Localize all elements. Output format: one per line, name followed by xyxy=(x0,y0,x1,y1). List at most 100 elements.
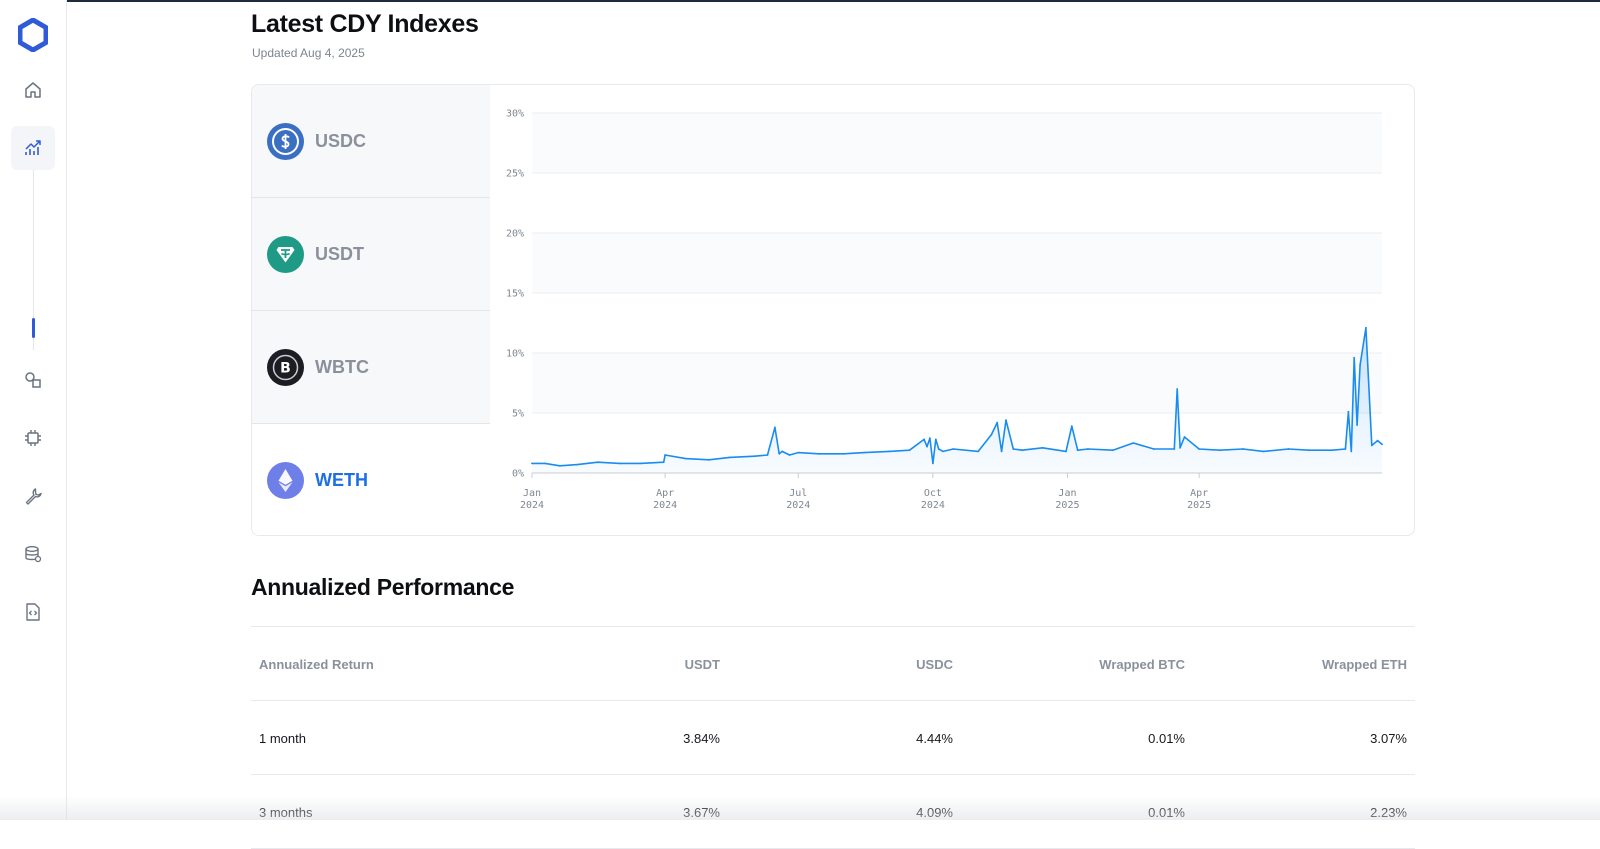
data-point xyxy=(1132,442,1135,444)
column-header: USDC xyxy=(916,656,953,672)
data-point xyxy=(908,449,911,452)
sidebar xyxy=(0,0,67,820)
data-point xyxy=(1376,439,1379,442)
data-point xyxy=(1347,410,1350,413)
asset-tab-usdt[interactable]: USDT xyxy=(252,198,490,311)
performance-table: Annualized Return USDT USDC Wrapped BTC … xyxy=(251,626,1415,849)
asset-tab-usdc[interactable]: USDC xyxy=(252,85,490,198)
data-point xyxy=(1076,449,1079,452)
table-cell: 3.07% xyxy=(1370,730,1407,746)
data-point xyxy=(942,450,944,453)
data-point xyxy=(842,452,845,455)
table-header-row: Annualized Return USDT USDC Wrapped BTC … xyxy=(251,627,1415,701)
asset-label: USDC xyxy=(315,130,367,151)
data-point xyxy=(929,437,931,440)
yield-chart: 0% 5% 10% 15% 20% 25% 30% Jan 2024 Apr 2024 Jul 2024… xyxy=(490,85,1414,535)
data-point xyxy=(766,454,769,456)
data-point xyxy=(1041,446,1044,449)
data-point xyxy=(1111,449,1114,452)
y-tick-label: 0% xyxy=(512,469,524,480)
table-cell: 1 month xyxy=(259,730,306,746)
sidebar-item-data[interactable] xyxy=(11,532,55,576)
data-point xyxy=(531,462,533,465)
data-point xyxy=(662,461,665,464)
data-point xyxy=(1087,448,1089,450)
data-point xyxy=(990,433,993,436)
svg-text:B: B xyxy=(280,360,291,376)
data-point xyxy=(1365,326,1367,329)
y-tick-label: 10% xyxy=(506,349,524,360)
x-tick-label: Jan xyxy=(1058,488,1076,499)
asset-tab-weth[interactable]: WETH xyxy=(252,424,490,535)
table-cell: 3 months xyxy=(259,804,313,820)
table-cell: 0.01% xyxy=(1148,804,1185,820)
data-point xyxy=(1287,448,1290,450)
wrench-icon xyxy=(25,488,42,505)
table-cell: 4.44% xyxy=(916,730,953,746)
y-tick-label: 30% xyxy=(506,109,524,120)
updated-date: Updated Aug 4, 2025 xyxy=(252,46,365,60)
data-point xyxy=(1065,450,1067,453)
sidebar-item-compute[interactable] xyxy=(11,416,55,460)
data-point xyxy=(788,454,791,456)
data-point xyxy=(1242,448,1244,450)
sidebar-item-home[interactable] xyxy=(11,68,55,112)
data-point xyxy=(1000,450,1003,453)
sidebar-item-shapes[interactable] xyxy=(11,358,55,402)
column-header: USDT xyxy=(684,656,720,672)
data-point xyxy=(1331,449,1334,452)
x-tick-label: 2025 xyxy=(1055,500,1079,511)
section-title-performance: Annualized Performance xyxy=(251,574,515,600)
x-tick-label: 2024 xyxy=(520,500,544,511)
x-tick-label: Apr xyxy=(656,488,674,499)
sidebar-item-indexes[interactable] xyxy=(11,126,55,170)
data-point xyxy=(1179,446,1181,449)
table-row: 3 months 3.67% 4.09% 0.01% 2.23% xyxy=(251,775,1415,849)
grid-band xyxy=(532,113,1382,173)
chip-icon xyxy=(25,430,41,446)
data-point xyxy=(576,463,579,466)
data-point xyxy=(1356,424,1358,426)
data-point xyxy=(1308,449,1310,452)
data-point xyxy=(778,452,781,455)
data-point xyxy=(1353,356,1356,359)
usdc-icon xyxy=(267,122,304,160)
data-point xyxy=(926,445,928,448)
data-point xyxy=(977,450,980,453)
data-point xyxy=(934,438,937,441)
sidebar-item-tools[interactable] xyxy=(11,474,55,518)
usdt-icon xyxy=(267,235,304,273)
sidebar-item-developers[interactable] xyxy=(11,590,55,634)
table-row: 1 month 3.84% 4.44% 0.01% 3.07% xyxy=(251,701,1415,775)
data-point xyxy=(1359,364,1361,366)
table-cell: 4.09% xyxy=(916,804,953,820)
table-cell: 3.84% xyxy=(683,730,720,746)
data-point xyxy=(728,456,731,459)
data-point xyxy=(684,457,687,460)
logo-icon[interactable] xyxy=(18,18,48,52)
yield-chart-svg: 0%5%10%15%20%25%30%Jan2024Apr2024Jul2024… xyxy=(506,109,1383,511)
data-point xyxy=(596,461,599,464)
asset-label: WETH xyxy=(315,469,368,490)
column-header: Annualized Return xyxy=(259,656,374,672)
x-tick-label: Jan xyxy=(523,488,541,499)
table-cell: 2.23% xyxy=(1370,804,1407,820)
window-top-border xyxy=(0,0,1600,2)
asset-list: USDC USDT B WBTC WETH xyxy=(252,85,490,535)
data-point xyxy=(932,462,934,465)
y-tick-label: 20% xyxy=(506,229,524,240)
x-tick-label: Jul xyxy=(789,488,807,499)
data-point xyxy=(774,426,776,429)
data-point xyxy=(1198,448,1200,450)
x-tick-label: 2025 xyxy=(1187,500,1211,511)
data-point xyxy=(1005,419,1007,422)
data-point xyxy=(1021,449,1023,452)
sidebar-scroll-indicator[interactable] xyxy=(32,318,35,338)
data-point xyxy=(1218,449,1221,452)
asset-tab-wbtc[interactable]: B WBTC xyxy=(252,311,490,424)
y-tick-label: 5% xyxy=(512,409,524,420)
data-point xyxy=(781,450,784,453)
grid-band xyxy=(532,353,1382,413)
data-point xyxy=(996,421,999,424)
data-point xyxy=(1012,448,1015,450)
